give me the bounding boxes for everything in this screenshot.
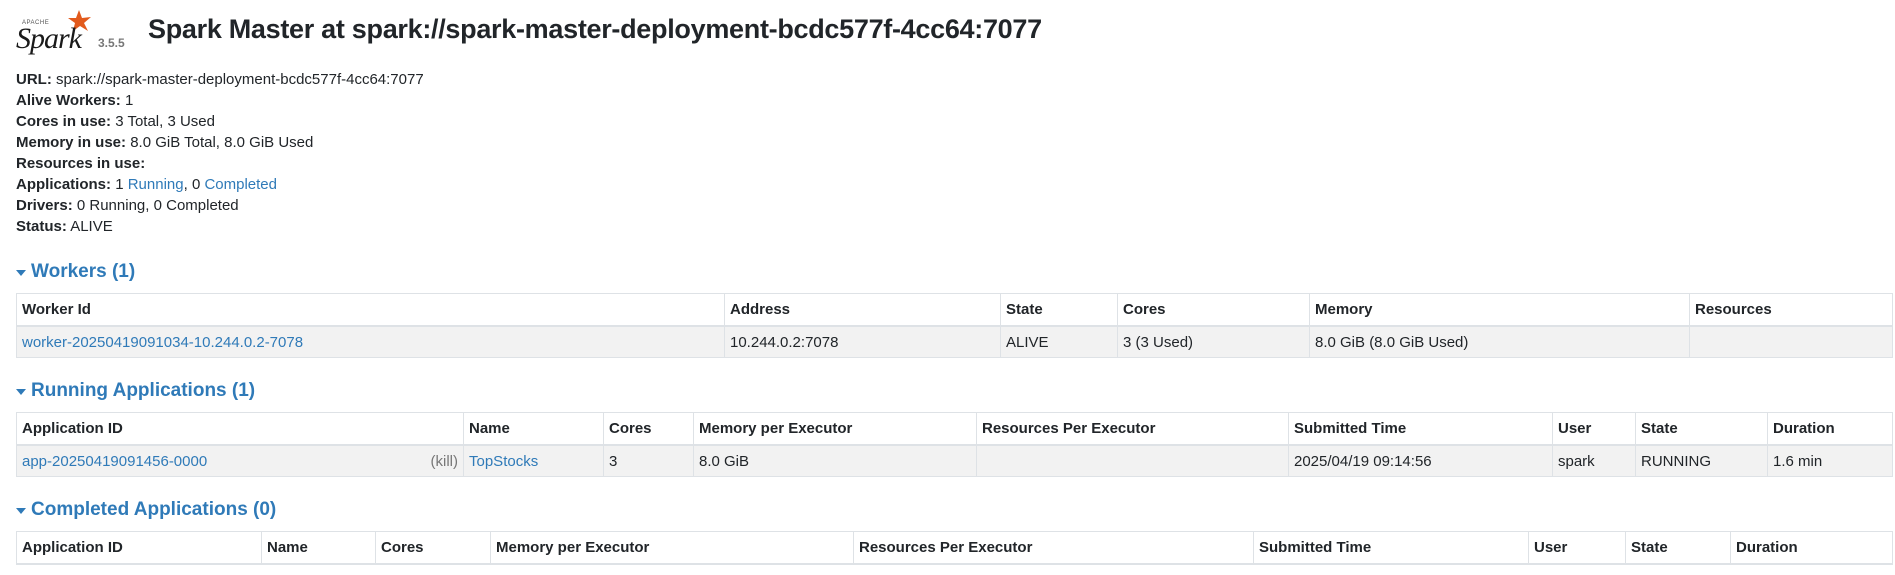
app-duration: 1.6 min [1767, 444, 1893, 477]
completed-apps-section-toggle[interactable]: Completed Applications (0) [16, 499, 276, 521]
app-id-link[interactable]: app-20250419091456-0000 [22, 453, 207, 470]
col-duration[interactable]: Duration [1767, 412, 1893, 446]
summary-drivers: Drivers: 0 Running, 0 Completed [16, 197, 239, 214]
worker-state: ALIVE [1000, 325, 1118, 358]
col-state[interactable]: State [1625, 531, 1731, 565]
col-name[interactable]: Name [261, 531, 376, 565]
worker-cores: 3 (3 Used) [1117, 325, 1310, 358]
kill-app-link[interactable]: (kill) [431, 453, 459, 470]
col-submitted-time[interactable]: Submitted Time [1253, 531, 1529, 565]
col-user[interactable]: User [1552, 412, 1636, 446]
col-memory-per-executor[interactable]: Memory per Executor [693, 412, 977, 446]
col-memory[interactable]: Memory [1309, 293, 1690, 327]
worker-memory: 8.0 GiB (8.0 GiB Used) [1309, 325, 1690, 358]
col-application-id[interactable]: Application ID [16, 531, 262, 565]
summary-memory: Memory in use: 8.0 GiB Total, 8.0 GiB Us… [16, 134, 314, 151]
col-cores[interactable]: Cores [603, 412, 694, 446]
col-resources-per-executor[interactable]: Resources Per Executor [976, 412, 1289, 446]
col-worker-id[interactable]: Worker Id [16, 293, 725, 327]
table-row: worker-20250419091034-10.244.0.2-7078 10… [16, 325, 1893, 358]
page-header: APACHE Spark 3.5.5 [16, 8, 134, 56]
app-memory-per-executor: 8.0 GiB [693, 444, 977, 477]
col-cores[interactable]: Cores [375, 531, 491, 565]
spark-logo[interactable]: APACHE Spark 3.5.5 [16, 8, 134, 56]
running-apps-section-toggle[interactable]: Running Applications (1) [16, 380, 255, 402]
collapse-caret-icon [16, 270, 26, 276]
col-application-id[interactable]: Application ID [16, 412, 464, 446]
completed-apps-link[interactable]: Completed [204, 176, 277, 193]
summary-resources: Resources in use: [16, 155, 146, 172]
table-row: app-20250419091456-0000 (kill) TopStocks… [16, 444, 1893, 477]
page-title: Spark Master at spark://spark-master-dep… [148, 14, 1042, 44]
master-summary: URL: spark://spark-master-deployment-bcd… [16, 69, 424, 237]
col-user[interactable]: User [1528, 531, 1626, 565]
summary-applications: Applications: 1 Running, 0 Completed [16, 176, 277, 193]
col-cores[interactable]: Cores [1117, 293, 1310, 327]
col-state[interactable]: State [1000, 293, 1118, 327]
summary-cores: Cores in use: 3 Total, 3 Used [16, 113, 215, 130]
col-memory-per-executor[interactable]: Memory per Executor [490, 531, 854, 565]
workers-section-toggle[interactable]: Workers (1) [16, 261, 135, 283]
col-name[interactable]: Name [463, 412, 604, 446]
col-address[interactable]: Address [724, 293, 1001, 327]
app-cores: 3 [603, 444, 694, 477]
summary-status: Status: ALIVE [16, 218, 113, 235]
workers-table: Worker Id Address State Cores Memory Res… [16, 293, 1893, 358]
running-apps-table: Application ID Name Cores Memory per Exe… [16, 412, 1893, 477]
summary-url: URL: spark://spark-master-deployment-bcd… [16, 71, 424, 88]
running-apps-link[interactable]: Running [128, 176, 184, 193]
col-resources[interactable]: Resources [1689, 293, 1893, 327]
worker-address: 10.244.0.2:7078 [724, 325, 1001, 358]
table-header-row: Worker Id Address State Cores Memory Res… [16, 293, 1893, 327]
completed-apps-table: Application ID Name Cores Memory per Exe… [16, 531, 1893, 565]
worker-resources [1689, 325, 1893, 358]
table-header-row: Application ID Name Cores Memory per Exe… [16, 412, 1893, 446]
spark-master-page: APACHE Spark 3.5.5 Spark Master at spark… [0, 0, 1895, 575]
summary-alive-workers: Alive Workers: 1 [16, 92, 134, 109]
app-name-link[interactable]: TopStocks [469, 453, 538, 470]
table-header-row: Application ID Name Cores Memory per Exe… [16, 531, 1893, 565]
col-duration[interactable]: Duration [1730, 531, 1893, 565]
worker-id-link[interactable]: worker-20250419091034-10.244.0.2-7078 [22, 334, 303, 351]
app-submitted-time: 2025/04/19 09:14:56 [1288, 444, 1553, 477]
app-user: spark [1552, 444, 1636, 477]
collapse-caret-icon [16, 508, 26, 514]
col-state[interactable]: State [1635, 412, 1768, 446]
col-submitted-time[interactable]: Submitted Time [1288, 412, 1553, 446]
collapse-caret-icon [16, 389, 26, 395]
app-state: RUNNING [1635, 444, 1768, 477]
logo-spark-text: Spark [16, 22, 82, 55]
version-label: 3.5.5 [98, 36, 125, 50]
col-resources-per-executor[interactable]: Resources Per Executor [853, 531, 1254, 565]
app-resources-per-executor [976, 444, 1289, 477]
